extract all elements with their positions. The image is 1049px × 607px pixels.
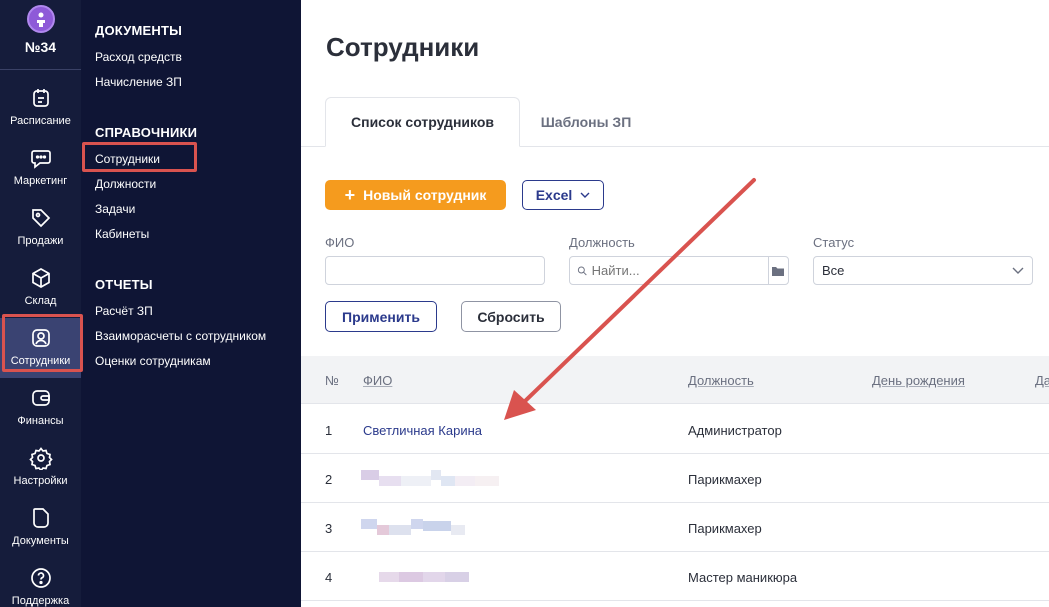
- table-row[interactable]: 2 Парикмахер: [301, 454, 1049, 503]
- document-icon: [32, 508, 49, 528]
- rail-label: Продажи: [17, 235, 64, 247]
- person-icon: [36, 12, 45, 27]
- row-number: 1: [325, 423, 333, 438]
- row-number: 4: [325, 570, 333, 585]
- rail-item-finance[interactable]: Финансы: [0, 378, 81, 438]
- table-row[interactable]: 3 Парикмахер: [301, 503, 1049, 552]
- excel-label: Excel: [535, 187, 573, 203]
- row-position: Мастер маникюра: [688, 570, 798, 585]
- position-label: Должность: [569, 235, 635, 250]
- plus-icon: +: [344, 185, 356, 205]
- rail-label: Настройки: [13, 475, 68, 487]
- redacted-name[interactable]: [361, 468, 499, 488]
- page-title: Сотрудники: [326, 32, 480, 62]
- submenu-link-ratings[interactable]: Оценки сотрудникам: [95, 354, 211, 368]
- employee-name-link[interactable]: Светличная Карина: [363, 423, 482, 438]
- submenu-panel: ДОКУМЕНТЫ Расход средств Начисление ЗП С…: [81, 0, 301, 607]
- avatar[interactable]: [26, 5, 55, 33]
- tab-employee-list[interactable]: Список сотрудников: [325, 97, 520, 147]
- row-position: Администратор: [688, 423, 782, 438]
- rail-item-warehouse[interactable]: Склад: [0, 258, 81, 318]
- rail-label: Расписание: [10, 115, 71, 127]
- col-number: №: [325, 373, 339, 388]
- submenu-link-rooms[interactable]: Кабинеты: [95, 227, 149, 241]
- rail-label: Сотрудники: [10, 355, 71, 367]
- user-icon: [31, 329, 50, 347]
- main-content: Сотрудники Список сотрудников Шаблоны ЗП…: [301, 0, 1049, 607]
- col-birthday[interactable]: День рождения: [872, 373, 965, 388]
- rail-item-documents[interactable]: Документы: [0, 498, 81, 558]
- calendar-icon: [32, 89, 49, 107]
- org-label: №34: [24, 39, 57, 55]
- submenu-section-title: СПРАВОЧНИКИ: [95, 125, 198, 140]
- redacted-name[interactable]: [361, 517, 465, 537]
- rail-item-support[interactable]: Поддержка: [0, 558, 81, 607]
- tab-salary-templates[interactable]: Шаблоны ЗП: [521, 97, 651, 147]
- rail-label: Склад: [24, 295, 57, 307]
- folder-icon: [772, 266, 785, 276]
- tag-icon: [31, 209, 50, 228]
- rail-label: Документы: [12, 535, 69, 547]
- chat-icon: [30, 150, 51, 169]
- table-row[interactable]: 1 Светличная Карина Администратор: [301, 405, 1049, 454]
- submenu-link-salary-calc[interactable]: Расчёт ЗП: [95, 304, 153, 318]
- submenu-link-expenses[interactable]: Расход средств: [95, 50, 182, 64]
- submenu-link-employees[interactable]: Сотрудники: [95, 152, 160, 166]
- status-select[interactable]: Все: [813, 256, 1033, 285]
- icon-rail: №34 Расписание Маркетинг Продажи Склад С…: [0, 0, 81, 607]
- folder-button[interactable]: [767, 257, 788, 284]
- box-icon: [31, 268, 50, 288]
- redacted-name[interactable]: [379, 566, 469, 586]
- gear-icon: [28, 447, 53, 470]
- new-employee-button[interactable]: + Новый сотрудник: [325, 180, 506, 210]
- status-value: Все: [822, 263, 845, 278]
- wallet-icon: [31, 390, 50, 406]
- rail-label: Маркетинг: [13, 175, 68, 187]
- submenu-link-payroll[interactable]: Начисление ЗП: [95, 75, 182, 89]
- submenu-link-positions[interactable]: Должности: [95, 177, 156, 191]
- row-position: Парикмахер: [688, 521, 762, 536]
- col-position[interactable]: Должность: [688, 373, 754, 388]
- row-number: 3: [325, 521, 333, 536]
- reset-button[interactable]: Сбросить: [461, 301, 561, 332]
- submenu-section-title: ОТЧЕТЫ: [95, 277, 153, 292]
- table-header: № ФИО Должность День рождения Да: [301, 356, 1049, 404]
- col-fio[interactable]: ФИО: [363, 373, 392, 388]
- help-icon: [30, 568, 51, 588]
- search-icon: [577, 266, 587, 275]
- rail-label: Финансы: [17, 415, 64, 427]
- row-number: 2: [325, 472, 333, 487]
- chevron-down-icon: [580, 192, 590, 198]
- position-input[interactable]: [587, 257, 768, 284]
- table-row[interactable]: 4 Мастер маникюра: [301, 552, 1049, 601]
- submenu-link-tasks[interactable]: Задачи: [95, 202, 135, 216]
- org-block[interactable]: №34: [0, 0, 81, 70]
- col-date[interactable]: Да: [1035, 373, 1049, 388]
- position-search: [569, 256, 789, 285]
- submenu-section-title: ДОКУМЕНТЫ: [95, 23, 183, 38]
- excel-button[interactable]: Excel: [522, 180, 604, 210]
- rail-item-schedule[interactable]: Расписание: [0, 78, 81, 138]
- rail-item-employees[interactable]: Сотрудники: [0, 318, 81, 378]
- row-position: Парикмахер: [688, 472, 762, 487]
- submenu-link-settlements[interactable]: Взаиморасчеты с сотрудником: [95, 329, 266, 343]
- rail-item-sales[interactable]: Продажи: [0, 198, 81, 258]
- apply-button[interactable]: Применить: [325, 301, 437, 332]
- fio-input[interactable]: [325, 256, 545, 285]
- chevron-down-icon: [1012, 267, 1024, 274]
- rail-item-marketing[interactable]: Маркетинг: [0, 138, 81, 198]
- new-employee-label: Новый сотрудник: [363, 187, 487, 203]
- rail-label: Поддержка: [11, 595, 70, 607]
- status-label: Статус: [813, 235, 855, 250]
- rail-item-settings[interactable]: Настройки: [0, 438, 81, 498]
- fio-label: ФИО: [325, 235, 355, 250]
